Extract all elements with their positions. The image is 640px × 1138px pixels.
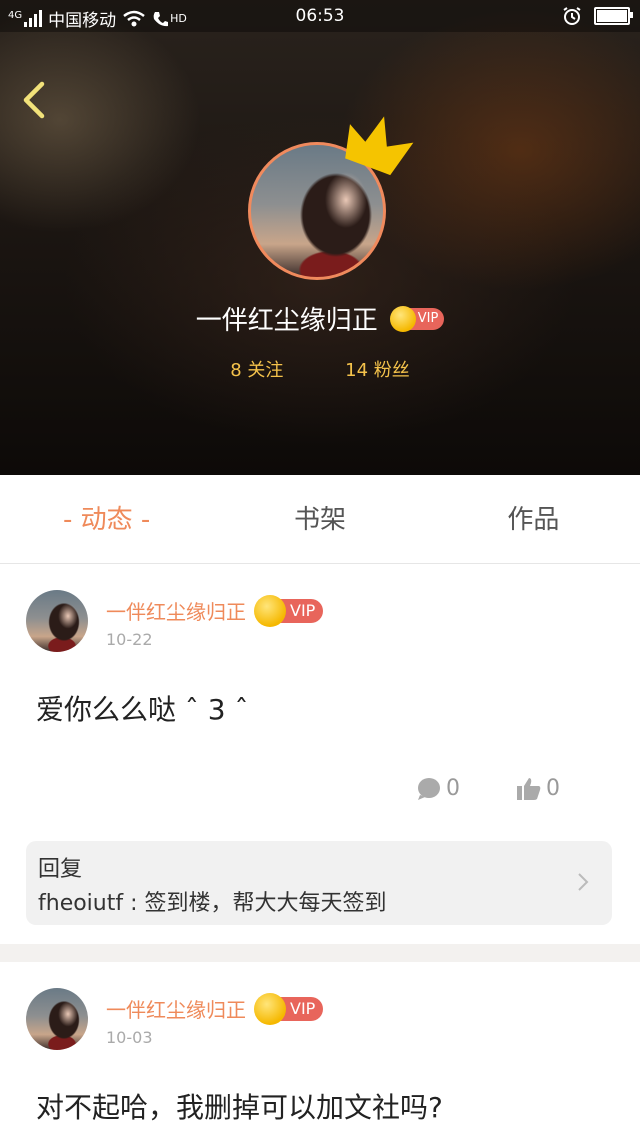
clock: 06:53 [295, 6, 345, 26]
feed-post: 一伴红尘缘归正 VIP 10-03 对不起哈，我删掉可以加文社吗? [0, 962, 640, 1138]
post-actions: 0 0 [416, 776, 560, 801]
vip-crown-icon [254, 992, 286, 1025]
status-bar: 4G 中国移动 HD 06:53 [0, 0, 640, 32]
thumbs-up-icon [517, 777, 541, 800]
feed-post: 一伴红尘缘归正 VIP 10-22 爱你么么哒 ˆ 3 ˆ 0 0 回复 fhe… [0, 564, 640, 944]
comment-count: 0 [446, 776, 460, 801]
profile-tabs: - 动态 - 书架 作品 [0, 475, 640, 564]
post-author-name[interactable]: 一伴红尘缘归正 [106, 596, 246, 625]
chevron-left-icon [23, 81, 45, 119]
tab-activity[interactable]: - 动态 - [0, 475, 213, 563]
vip-badge: VIP [389, 305, 445, 332]
profile-username: 一伴红尘缘归正 [195, 306, 378, 336]
like-count: 0 [546, 776, 560, 801]
followers-count[interactable]: 14 粉丝 [345, 360, 410, 381]
post-author-row: 一伴红尘缘归正 VIP [106, 594, 324, 627]
alarm-icon [563, 7, 581, 25]
comment-button[interactable]: 0 [416, 776, 460, 801]
tab-works[interactable]: 作品 [427, 475, 640, 563]
vip-badge: VIP [254, 992, 324, 1025]
vip-crown-icon [389, 305, 416, 332]
post-author-row: 一伴红尘缘归正 VIP [106, 992, 324, 1025]
vip-crown-icon [254, 594, 286, 627]
post-divider [0, 944, 640, 962]
post-author-avatar[interactable] [26, 988, 88, 1050]
vip-label: VIP [290, 999, 316, 1018]
vip-label: VIP [290, 601, 316, 620]
reply-preview[interactable]: 回复 fheoiutf : 签到楼，帮大大每天签到 [26, 841, 612, 925]
follow-counts: 8 关注 14 粉丝 [0, 356, 640, 382]
like-button[interactable]: 0 [516, 776, 560, 801]
profile-avatar-wrap [248, 116, 414, 286]
back-button[interactable] [14, 78, 58, 122]
battery-icon [594, 7, 633, 25]
post-date: 10-22 [106, 630, 153, 649]
post-author-name[interactable]: 一伴红尘缘归正 [106, 994, 246, 1023]
post-date: 10-03 [106, 1028, 153, 1047]
following-count[interactable]: 8 关注 [230, 360, 283, 381]
profile-header: 4G 中国移动 HD 06:53 一伴红尘缘归正 VIP 8 关注 14 粉丝 [0, 0, 640, 475]
post-content[interactable]: 爱你么么哒 ˆ 3 ˆ [36, 688, 249, 728]
chevron-right-icon [578, 873, 589, 891]
vip-badge: VIP [254, 594, 324, 627]
vip-label: VIP [417, 311, 439, 326]
reply-title: 回复 [38, 857, 83, 882]
tab-bookshelf[interactable]: 书架 [213, 475, 426, 563]
comment-icon [418, 777, 440, 800]
profile-name-row: 一伴红尘缘归正 VIP [0, 300, 640, 337]
crown-icon [345, 116, 414, 176]
post-author-avatar[interactable] [26, 590, 88, 652]
post-content[interactable]: 对不起哈，我删掉可以加文社吗? [36, 1086, 443, 1126]
reply-text: fheoiutf : 签到楼，帮大大每天签到 [38, 891, 387, 916]
